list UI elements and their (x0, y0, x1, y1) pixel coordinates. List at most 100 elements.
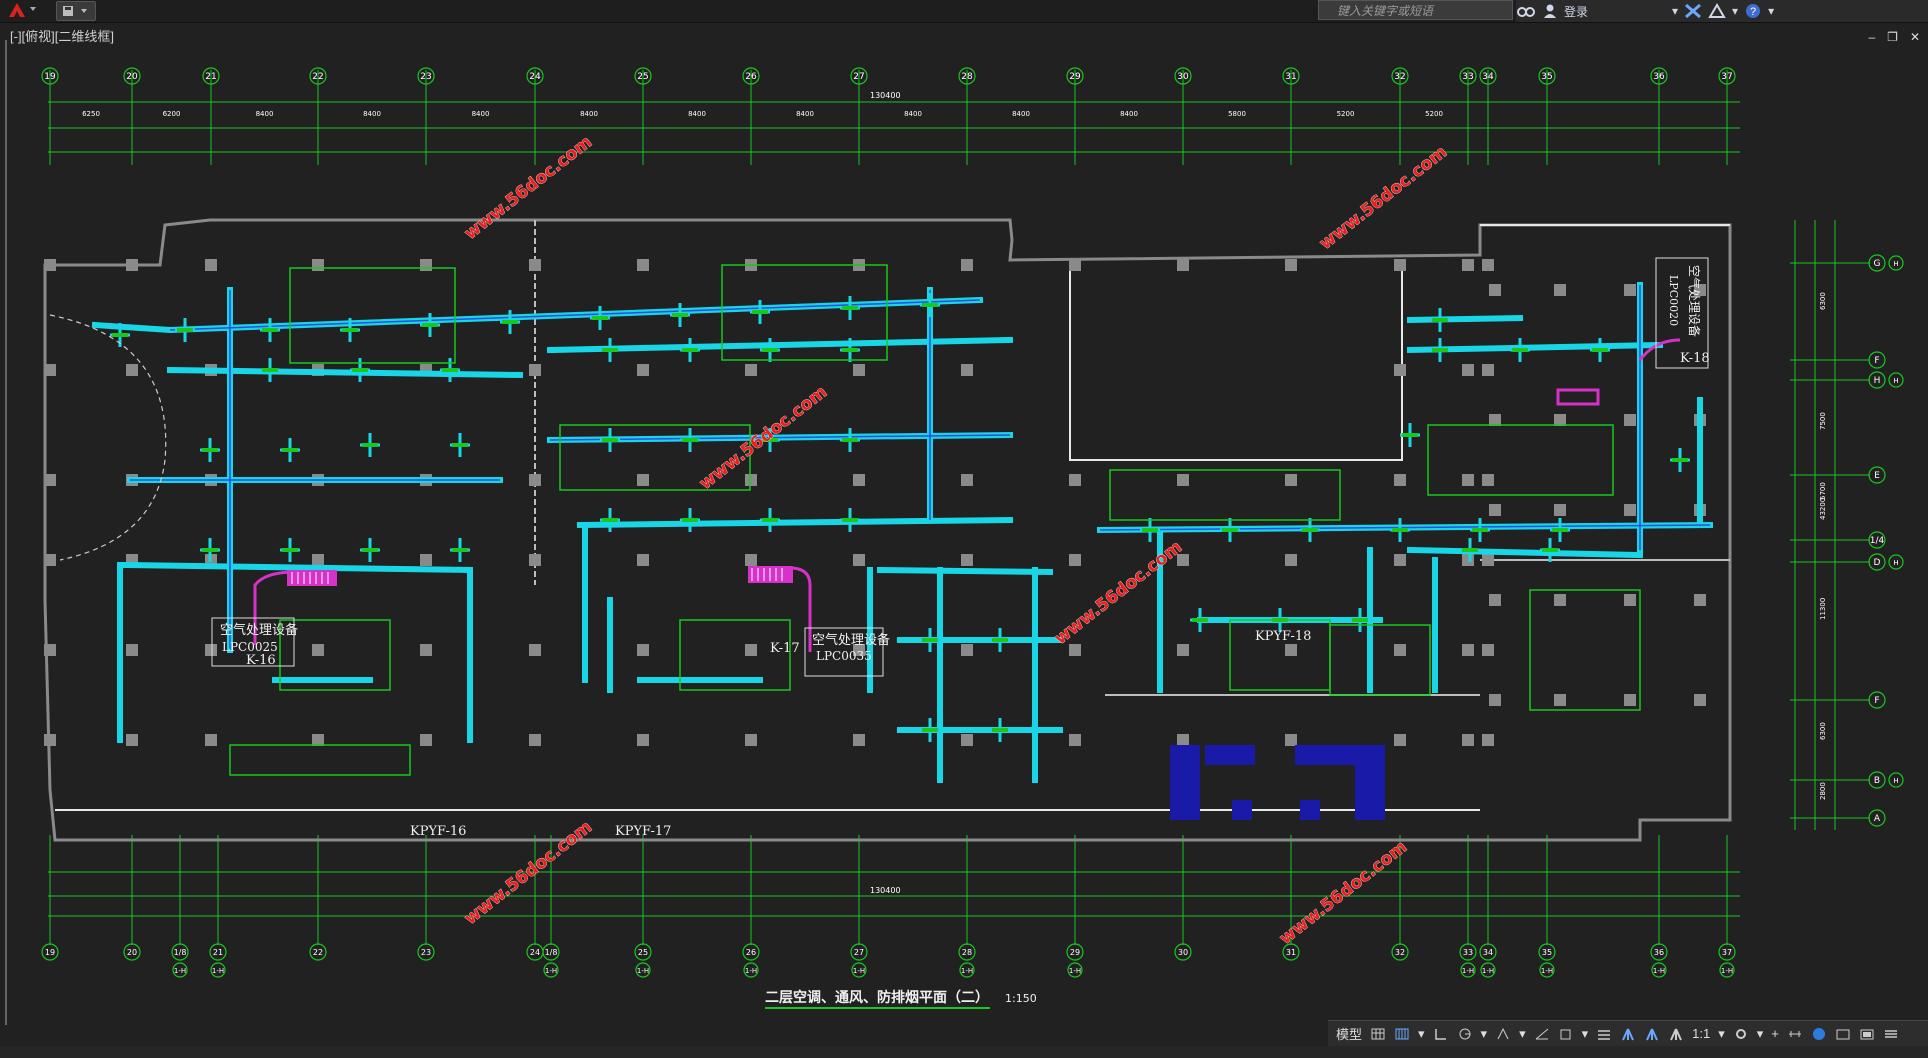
equipment-model-label: LPC0035 (816, 649, 872, 663)
isometric-drafting-icon[interactable] (1495, 1027, 1511, 1041)
diffuser (362, 548, 378, 552)
column (1394, 644, 1406, 656)
axis-label: 25 (637, 72, 648, 82)
diffuser (202, 548, 218, 552)
drawing-title-block: 二层空调、通风、防排烟平面（二） 1:150 (765, 989, 1037, 1009)
units-icon[interactable] (1787, 1027, 1803, 1041)
diffuser (992, 728, 1008, 732)
axis-label: G (1874, 259, 1881, 269)
column (1462, 644, 1474, 656)
exchange-icon[interactable] (1684, 3, 1702, 19)
scale-dropdown-icon[interactable]: ▾ (1718, 1026, 1725, 1042)
column (205, 259, 217, 271)
column (853, 554, 865, 566)
grid-axes-right: GFHE1/4DFBAHHHH6300750057001130063002800… (1790, 220, 1904, 830)
column (853, 734, 865, 746)
column (961, 474, 973, 486)
osnap-dropdown-icon[interactable]: ▾ (1582, 1026, 1589, 1042)
column (312, 554, 324, 566)
auto-scale-icon[interactable] (1644, 1027, 1660, 1041)
axis-label: 27 (853, 72, 864, 82)
diffuser (1402, 433, 1418, 437)
column (1177, 644, 1189, 656)
column (1554, 284, 1566, 296)
diffuser (1552, 528, 1568, 532)
binoculars-icon[interactable] (1516, 3, 1536, 19)
dimension-text: 5200 (1337, 110, 1355, 118)
quick-access-save-button[interactable] (56, 1, 96, 21)
annotation-monitor-icon[interactable]: + (1771, 1026, 1779, 1041)
annotation-visibility-icon[interactable] (1620, 1027, 1636, 1041)
axis-sub-label: 1-H (174, 967, 186, 975)
diffuser (282, 448, 298, 452)
diffuser (1392, 528, 1408, 532)
axis-label: 22 (312, 72, 323, 82)
polar-dropdown-icon[interactable]: ▾ (1481, 1026, 1488, 1042)
connect-dropdown-icon[interactable]: ▾ (1732, 4, 1738, 18)
diffuser (922, 728, 938, 732)
svg-text:www.56doc.com: www.56doc.com (461, 817, 596, 929)
column (44, 364, 56, 376)
dimension-text: 6200 (163, 110, 181, 118)
axis-label: 29 (1069, 72, 1081, 82)
workspace-gear-icon[interactable] (1733, 1027, 1749, 1041)
axis-label: 1/8 (174, 948, 187, 957)
search-input[interactable]: 键入关键字或短语 (1318, 0, 1513, 20)
column (1624, 284, 1636, 296)
axis-label: 19 (44, 72, 56, 82)
snap-mode-icon[interactable] (1394, 1027, 1410, 1041)
drawing-canvas[interactable]: 130400 19 20 21 22 23 24 25 26 27 28 29 30 31 32 33 34 35… (0, 40, 1928, 1025)
model-space-button[interactable]: 模型 (1336, 1024, 1362, 1043)
isolate-objects-icon[interactable] (1811, 1027, 1827, 1041)
column (1624, 504, 1636, 516)
iso-dropdown-icon[interactable]: ▾ (1519, 1026, 1526, 1042)
fan-tag-label: KPYF-16 (410, 824, 466, 839)
diffuser (602, 518, 618, 522)
help-icon[interactable]: ? (1744, 3, 1762, 19)
toilet-blocks (1170, 745, 1385, 820)
help-dropdown-icon[interactable]: ▾ (1768, 4, 1774, 18)
annotation-scale-icon[interactable] (1668, 1027, 1684, 1041)
lineweight-icon[interactable] (1596, 1027, 1612, 1041)
axis-label: 31 (1285, 72, 1296, 82)
hardware-acceleration-icon[interactable] (1835, 1027, 1851, 1041)
column (745, 364, 757, 376)
column (1394, 364, 1406, 376)
column (1489, 594, 1501, 606)
dimension-text: 8400 (363, 110, 381, 118)
user-icon[interactable] (1542, 3, 1558, 19)
column (420, 554, 432, 566)
diffuser (1142, 528, 1158, 532)
diffuser (202, 448, 218, 452)
annotation-scale-value[interactable]: 1:1 (1692, 1026, 1710, 1041)
login-button[interactable]: 登录 (1564, 3, 1588, 20)
column (1482, 734, 1494, 746)
column (529, 734, 541, 746)
polar-tracking-icon[interactable] (1457, 1027, 1473, 1041)
command-line-strip (0, 1046, 1928, 1058)
clean-screen-icon[interactable] (1859, 1027, 1875, 1041)
connect-icon[interactable] (1708, 3, 1726, 19)
column (126, 734, 138, 746)
application-menu-button[interactable] (2, 1, 42, 19)
column (637, 554, 649, 566)
workspace-dropdown-icon[interactable]: ▾ (1757, 1026, 1764, 1042)
grid-display-icon[interactable] (1370, 1027, 1386, 1041)
axis-sub-label: 1-H (1462, 967, 1474, 975)
axis-label: 37 (1722, 948, 1732, 957)
column (1394, 734, 1406, 746)
login-dropdown-icon[interactable]: ▾ (1672, 4, 1678, 18)
diffuser (602, 348, 618, 352)
diffuser (602, 438, 618, 442)
object-snap-icon[interactable] (1558, 1027, 1574, 1041)
axis-label: 30 (1177, 72, 1189, 82)
column (853, 474, 865, 486)
ortho-mode-icon[interactable] (1433, 1027, 1449, 1041)
axis-sub-label: 1-H (1721, 967, 1733, 975)
snap-dropdown-icon[interactable]: ▾ (1418, 1026, 1425, 1042)
diffuser (1192, 618, 1208, 622)
diffuser (342, 328, 358, 332)
diffuser (1352, 618, 1368, 622)
object-snap-tracking-icon[interactable] (1534, 1027, 1550, 1041)
customization-menu-icon[interactable] (1883, 1027, 1899, 1041)
